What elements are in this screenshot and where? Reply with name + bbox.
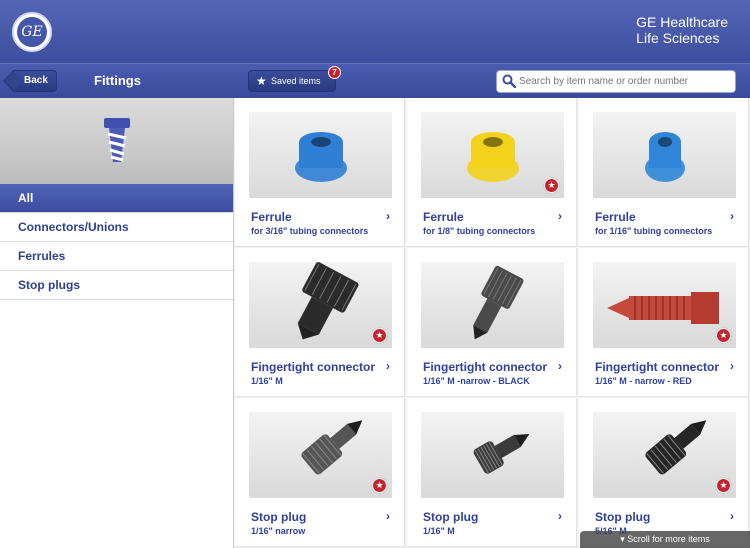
scroll-hint-text: Scroll for more items <box>627 534 710 544</box>
search-input[interactable] <box>519 74 729 89</box>
category-list: All Connectors/Unions Ferrules Stop plug… <box>0 184 233 300</box>
product-card[interactable]: Stop plug 1/16" M › <box>407 398 577 547</box>
product-image <box>249 112 392 198</box>
product-card[interactable]: ★ Stop plug 1/16" narrow › <box>235 398 405 547</box>
product-card[interactable]: ★ Fingertight connector 1/16" M › <box>235 248 405 397</box>
saved-items-label: Saved items <box>271 76 321 86</box>
product-name: Fingertight connector <box>423 360 547 374</box>
app-header: GE GE Healthcare Life Sciences <box>0 0 750 63</box>
star-icon: ★ <box>256 74 267 88</box>
search-box[interactable] <box>496 70 736 93</box>
product-name: Stop plug <box>251 510 307 524</box>
product-name: Fingertight connector <box>251 360 375 374</box>
chevron-right-icon: › <box>386 209 390 223</box>
product-name: Stop plug <box>595 510 651 524</box>
chevron-right-icon: › <box>558 359 562 373</box>
product-description: 1/16" M <box>423 526 455 536</box>
product-image: ★ <box>593 412 736 498</box>
product-card[interactable]: Fingertight connector 1/16" M -narrow - B… <box>407 248 577 397</box>
saved-star-icon[interactable]: ★ <box>716 328 731 343</box>
search-icon <box>502 74 516 88</box>
chevron-right-icon: › <box>730 209 734 223</box>
chevron-right-icon: › <box>386 509 390 523</box>
chevron-right-icon: › <box>730 359 734 373</box>
product-description: for 3/16" tubing connectors <box>251 226 369 236</box>
product-image: ★ <box>593 262 736 348</box>
product-name: Fingertight connector <box>595 360 719 374</box>
product-description: 1/16" M - narrow - RED <box>595 376 692 386</box>
product-card[interactable]: Ferrule for 3/16" tubing connectors › <box>235 98 405 247</box>
chevron-right-icon: › <box>558 509 562 523</box>
back-button-label: Back <box>24 75 48 86</box>
ge-logo: GE <box>12 12 52 52</box>
saved-star-icon[interactable]: ★ <box>372 328 387 343</box>
category-item-all[interactable]: All <box>0 184 233 213</box>
product-description: for 1/8" tubing connectors <box>423 226 536 236</box>
category-sidebar: All Connectors/Unions Ferrules Stop plug… <box>0 98 234 548</box>
product-image: ★ <box>249 262 392 348</box>
saved-star-icon[interactable]: ★ <box>372 478 387 493</box>
saved-star-icon[interactable]: ★ <box>544 178 559 193</box>
product-card[interactable]: Ferrule for 1/16" tubing connectors › <box>579 98 749 247</box>
category-item-connectors-unions[interactable]: Connectors/Unions <box>0 213 233 242</box>
product-name: Ferrule <box>595 210 636 224</box>
saved-star-icon[interactable]: ★ <box>716 478 731 493</box>
ge-logo-text: GE <box>17 17 47 47</box>
product-grid: Ferrule for 3/16" tubing connectors › ★ Ferr… <box>235 98 750 548</box>
brand-line-2: Life Sciences <box>636 30 720 46</box>
saved-count-badge: 7 <box>328 66 341 79</box>
product-image: ★ <box>421 112 564 198</box>
product-image: ★ <box>249 412 392 498</box>
product-image <box>421 412 564 498</box>
toolbar: Back Fittings ★ Saved items 7 <box>0 63 750 98</box>
product-image <box>421 262 564 348</box>
chevron-right-icon: › <box>558 209 562 223</box>
back-button[interactable]: Back <box>11 70 57 92</box>
brand-line-1: GE Healthcare <box>636 14 728 30</box>
product-description: 1/16" narrow <box>251 526 306 536</box>
page-title: Fittings <box>94 73 141 88</box>
category-item-ferrules[interactable]: Ferrules <box>0 242 233 271</box>
category-image <box>0 98 233 184</box>
chevron-right-icon: › <box>386 359 390 373</box>
product-description: 1/16" M -narrow - BLACK <box>423 376 530 386</box>
product-image <box>593 112 736 198</box>
category-item-stop-plugs[interactable]: Stop plugs <box>0 271 233 300</box>
product-name: Ferrule <box>423 210 464 224</box>
product-description: for 1/16" tubing connectors <box>595 226 713 236</box>
saved-items-button[interactable]: ★ Saved items 7 <box>248 66 341 92</box>
fitting-icon <box>104 118 130 162</box>
product-card[interactable]: ★ Fingertight connector 1/16" M - narrow -… <box>579 248 749 397</box>
product-name: Ferrule <box>251 210 292 224</box>
product-name: Stop plug <box>423 510 479 524</box>
product-card[interactable]: ★Stop plug5/16" M› <box>579 398 749 547</box>
product-description: 1/16" M <box>251 376 283 386</box>
chevron-right-icon: › <box>730 509 734 523</box>
scroll-hint: ▾ Scroll for more items <box>580 531 750 548</box>
brand-name: GE Healthcare Life Sciences <box>636 14 728 46</box>
product-card[interactable]: ★ Ferrule for 1/8" tubing connectors › <box>407 98 577 247</box>
